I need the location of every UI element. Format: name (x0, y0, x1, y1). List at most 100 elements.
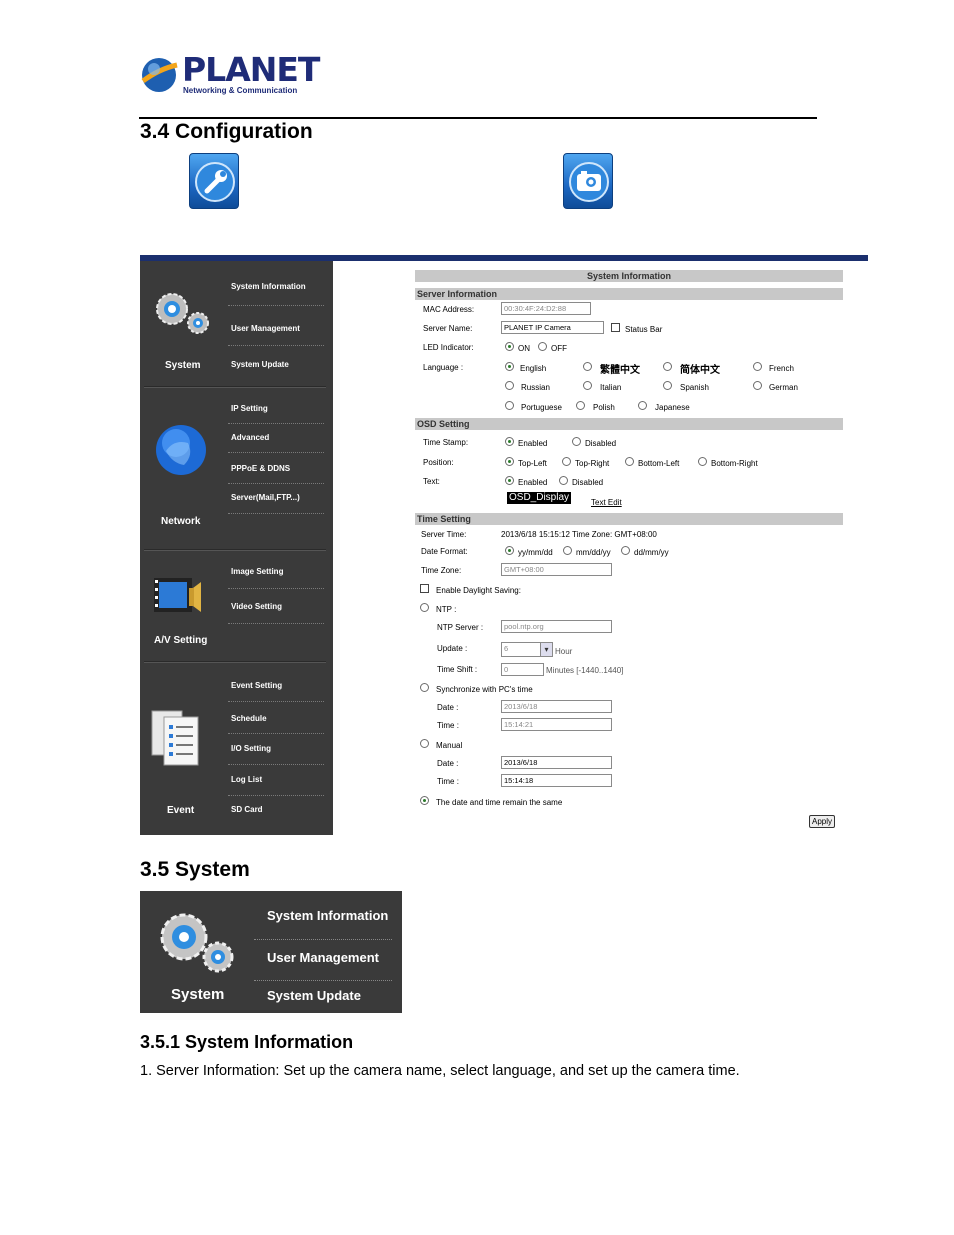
section-title-configuration: 3.4 Configuration (140, 120, 313, 143)
language-french-radio[interactable] (753, 362, 762, 371)
manual-time-field[interactable]: 15:14:18 (501, 774, 612, 787)
time-stamp-disabled-radio[interactable] (572, 437, 581, 446)
text-enabled-radio[interactable] (505, 476, 514, 485)
position-top-left-radio[interactable] (505, 457, 514, 466)
brand-tagline: Networking & Communication (183, 86, 298, 95)
system-menu-item-system-update[interactable]: System Update (267, 988, 361, 1003)
date-format-yymmdd: yy/mm/dd (518, 548, 553, 557)
manual-date-field[interactable]: 2013/6/18 (501, 756, 612, 769)
position-bottom-right-radio[interactable] (698, 457, 707, 466)
server-time-value: 2013/6/18 15:15:12 Time Zone: GMT+08:00 (501, 530, 657, 539)
sidebar-item-io-setting[interactable]: I/O Setting (231, 744, 271, 753)
date-format-label: Date Format: (421, 547, 468, 556)
sidebar-group-system[interactable]: System (165, 360, 201, 371)
time-shift-field[interactable]: 0 (501, 663, 544, 676)
led-on-radio[interactable] (505, 342, 514, 351)
pc-time-label: Time : (437, 721, 459, 730)
time-stamp-enabled: Enabled (518, 439, 548, 448)
remain-same-radio[interactable] (420, 796, 429, 805)
pc-time-field[interactable]: 15:14:21 (501, 718, 612, 731)
gear-icon (152, 289, 212, 342)
language-italian: Italian (600, 383, 622, 392)
sidebar-group-event[interactable]: Event (167, 805, 194, 816)
sidebar-item-pppoe-ddns[interactable]: PPPoE & DDNS (231, 464, 290, 473)
language-label: Language : (423, 363, 464, 372)
header-rule (139, 117, 817, 119)
time-zone-field[interactable]: GMT+08:00 (501, 563, 612, 576)
sidebar-item-advanced[interactable]: Advanced (231, 433, 269, 442)
time-stamp-enabled-radio[interactable] (505, 437, 514, 446)
sidebar-item-schedule[interactable]: Schedule (231, 714, 267, 723)
sidebar-item-image-setting[interactable]: Image Setting (231, 567, 283, 576)
sidebar-item-event-setting[interactable]: Event Setting (231, 681, 282, 690)
manual-date-label: Date : (437, 759, 459, 768)
manual-radio[interactable] (420, 739, 429, 748)
led-off-radio[interactable] (538, 342, 547, 351)
system-menu-panel: System System Information User Managemen… (140, 891, 402, 1013)
position-top-left: Top-Left (518, 459, 547, 468)
sync-pc-radio[interactable] (420, 683, 429, 692)
update-select[interactable]: 6 ▾ (501, 642, 553, 657)
sidebar-item-server[interactable]: Server(Mail,FTP...) (231, 493, 300, 502)
system-menu-item-user-management[interactable]: User Management (267, 950, 379, 965)
language-german-radio[interactable] (753, 381, 762, 390)
language-spanish-radio[interactable] (663, 381, 672, 390)
language-polish: Polish (593, 403, 615, 412)
pc-date-label: Date : (437, 703, 459, 712)
osd-display-preview: OSD_Display (507, 492, 572, 504)
ntp-radio[interactable] (420, 603, 429, 612)
sidebar-item-system-update[interactable]: System Update (231, 360, 289, 369)
pc-date-field[interactable]: 2013/6/18 (501, 700, 612, 713)
server-time-label: Server Time: (421, 530, 467, 539)
led-indicator-label: LED Indicator: (423, 343, 474, 352)
divider (144, 549, 326, 551)
sidebar-item-log-list[interactable]: Log List (231, 775, 262, 784)
time-setting-header: Time Setting (415, 513, 843, 525)
date-format-ddmmyy: dd/mm/yy (634, 548, 669, 557)
divider (228, 452, 324, 453)
hour-label: Hour (555, 647, 573, 656)
text-edit-link[interactable]: Text Edit (591, 498, 622, 507)
language-russian-radio[interactable] (505, 381, 514, 390)
apply-button[interactable]: Apply (809, 815, 836, 828)
date-format-yymmdd-radio[interactable] (505, 546, 514, 555)
time-zone-label: Time Zone: (421, 566, 462, 575)
language-polish-radio[interactable] (576, 401, 585, 410)
gear-icon (156, 909, 238, 980)
section-title-system: 3.5 System (140, 858, 250, 881)
divider (228, 588, 324, 589)
ntp-server-field[interactable]: pool.ntp.org (501, 620, 612, 633)
sidebar-item-ip-setting[interactable]: IP Setting (231, 404, 268, 413)
daylight-saving-checkbox[interactable] (420, 584, 429, 593)
language-japanese-radio[interactable] (638, 401, 647, 410)
text-disabled-radio[interactable] (559, 476, 568, 485)
sidebar-group-network[interactable]: Network (161, 516, 200, 527)
planet-logo-icon (141, 58, 178, 92)
divider (228, 764, 324, 765)
server-name-field[interactable]: PLANET IP Camera (501, 321, 604, 334)
globe-icon (154, 421, 208, 484)
system-menu-item-system-information[interactable]: System Information (267, 908, 388, 923)
sidebar-item-video-setting[interactable]: Video Setting (231, 602, 282, 611)
language-trad-chinese-radio[interactable] (583, 362, 592, 371)
led-on-label: ON (518, 344, 530, 353)
divider (228, 483, 324, 484)
sidebar-group-av-setting[interactable]: A/V Setting (154, 635, 207, 646)
sidebar-item-sd-card[interactable]: SD Card (231, 805, 263, 814)
position-bottom-left-radio[interactable] (625, 457, 634, 466)
status-bar-checkbox[interactable] (611, 323, 620, 332)
language-simp-chinese-radio[interactable] (663, 362, 672, 371)
sidebar-item-user-management[interactable]: User Management (231, 324, 300, 333)
mac-address-label: MAC Address: (423, 305, 475, 314)
chevron-down-icon: ▾ (540, 643, 552, 656)
language-portuguese-radio[interactable] (505, 401, 514, 410)
mac-address-field[interactable]: 00:30:4F:24:D2:88 (501, 302, 591, 315)
language-italian-radio[interactable] (583, 381, 592, 390)
date-format-mmddyy-radio[interactable] (563, 546, 572, 555)
language-spanish: Spanish (680, 383, 709, 392)
system-menu-label[interactable]: System (171, 986, 224, 1003)
sidebar-item-system-information[interactable]: System Information (231, 282, 306, 291)
language-english-radio[interactable] (505, 362, 514, 371)
position-top-right-radio[interactable] (562, 457, 571, 466)
date-format-ddmmyy-radio[interactable] (621, 546, 630, 555)
